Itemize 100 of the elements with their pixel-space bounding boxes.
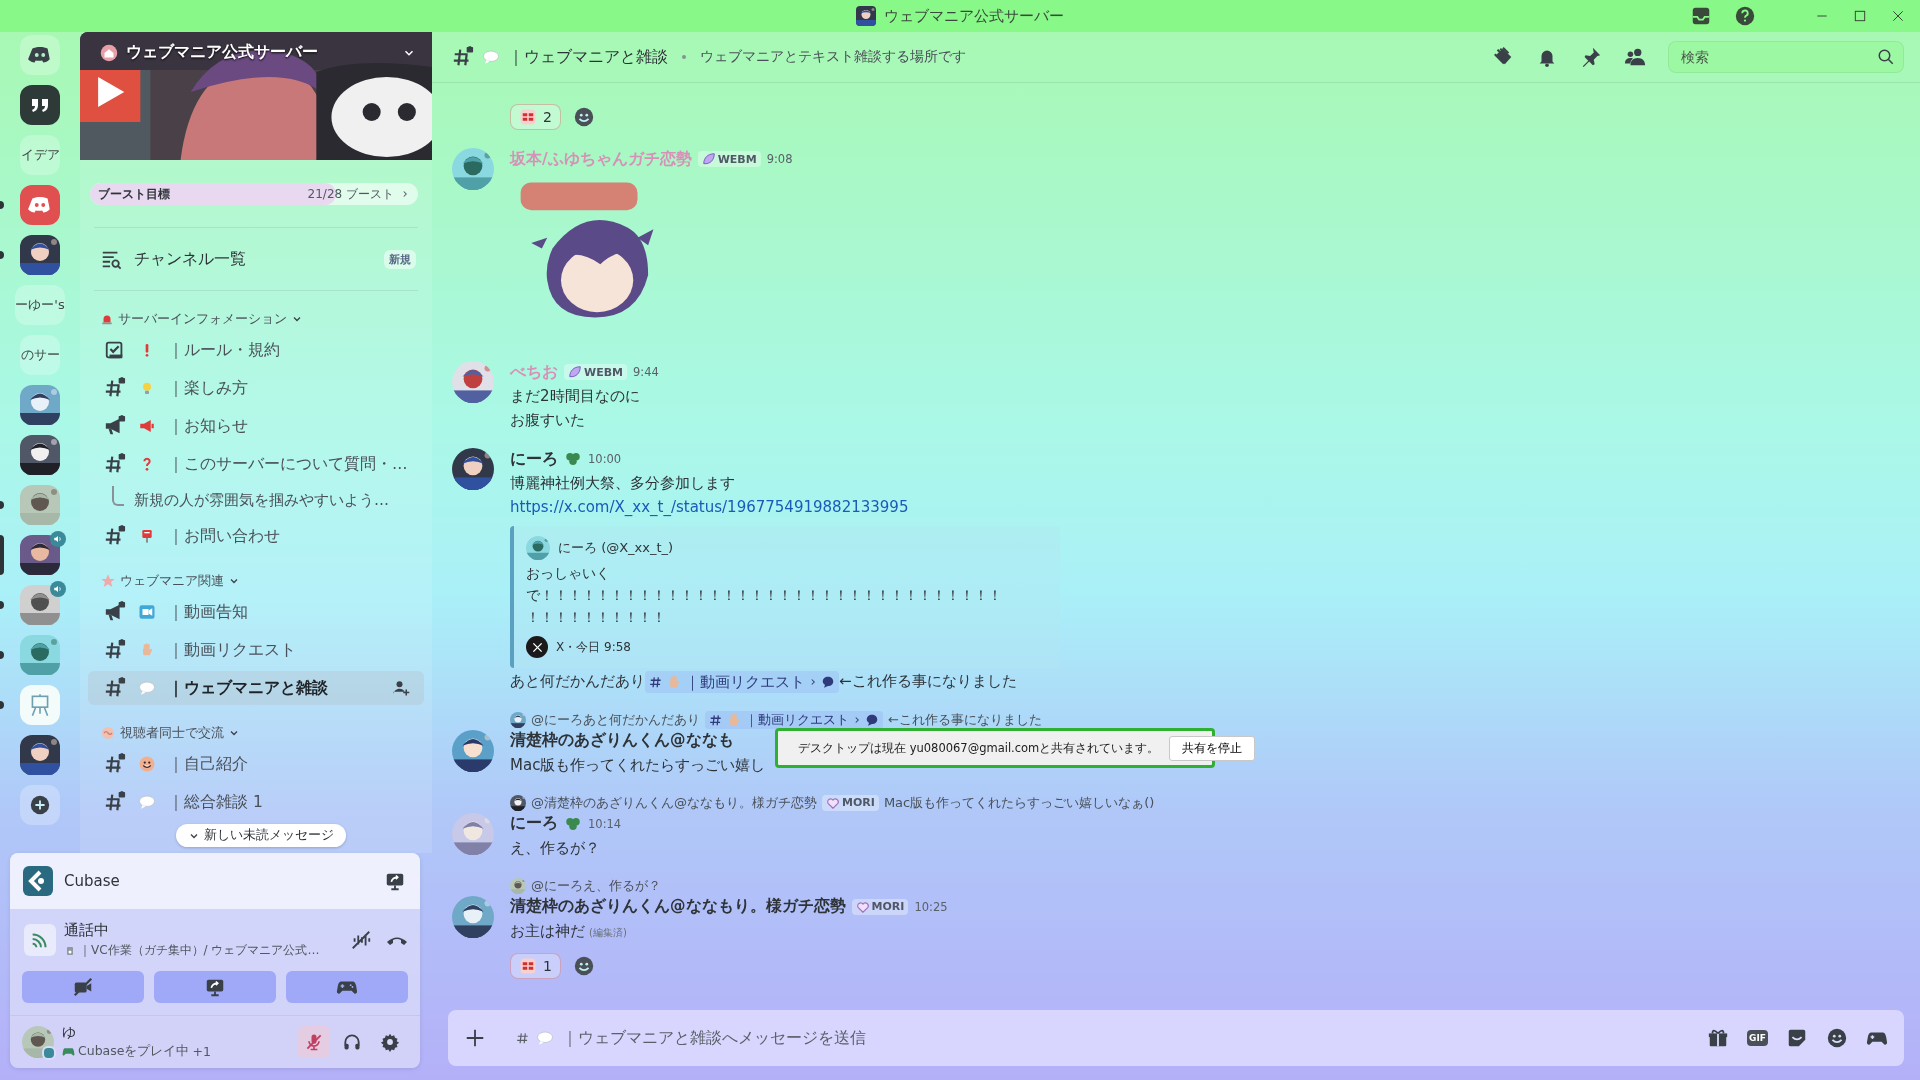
timestamp: 9:44 xyxy=(633,365,659,379)
timestamp: 10:14 xyxy=(588,816,622,831)
smiley-icon xyxy=(138,755,156,773)
server-icon[interactable] xyxy=(20,235,60,275)
message-text: お腹すいた xyxy=(510,410,586,431)
timestamp: 10:00 xyxy=(588,452,622,466)
chat-bubble-icon xyxy=(821,674,835,689)
speech-bubble-icon xyxy=(138,679,156,697)
server-icon[interactable] xyxy=(20,35,60,75)
thread-branch-line xyxy=(112,486,124,506)
reaction-button[interactable]: 2 xyxy=(510,104,561,130)
new-unread-pill[interactable]: 新しい未読メッセージ xyxy=(176,824,346,847)
chat-bubble-icon xyxy=(865,712,879,727)
server-icon[interactable] xyxy=(20,85,60,125)
add-member-icon[interactable] xyxy=(392,679,410,697)
channel-item[interactable]: ｜お知らせ xyxy=(88,409,424,443)
thread-item[interactable]: 新規の人が雰囲気を掴みやすいよう… xyxy=(134,490,389,510)
channel-mention[interactable]: ｜動画リクエスト xyxy=(705,710,883,729)
embed-footer: X・今日 9:58 xyxy=(556,638,631,656)
category-header[interactable]: ウェブマニア関連 xyxy=(100,569,240,593)
gift-icon[interactable] xyxy=(1707,1027,1730,1049)
camera-off-icon xyxy=(72,976,94,998)
channel-item[interactable]: ｜お問い合わせ xyxy=(88,519,424,553)
screen-share-button[interactable] xyxy=(154,971,276,1003)
server-icon[interactable]: イデア xyxy=(20,135,60,175)
close-icon[interactable] xyxy=(1890,8,1906,24)
gif-button[interactable]: GIF xyxy=(1747,1030,1768,1046)
search-input[interactable]: 検索 xyxy=(1679,48,1877,66)
channel-item[interactable]: ｜動画告知 xyxy=(88,595,424,629)
server-icon[interactable] xyxy=(20,535,60,575)
channel-item[interactable]: ｜このサーバーについて質問・… xyxy=(88,447,424,481)
reaction-button[interactable]: 1 xyxy=(510,952,561,979)
category-header[interactable]: サーバーインフォメーション xyxy=(100,307,303,331)
activity-button[interactable] xyxy=(286,971,408,1003)
heart-icon xyxy=(826,795,840,810)
reply-preview[interactable]: @にーろあと何だかんだあり ｜動画リクエスト ←これ作る事になりました xyxy=(531,710,1042,729)
channel-item[interactable]: ｜楽しみ方 xyxy=(88,371,424,405)
smiley-icon xyxy=(572,954,595,977)
search-field[interactable]: 検索 xyxy=(1668,41,1904,73)
message-text: Mac版も作ってくれたらすっごい嬉し xyxy=(510,754,766,776)
guild-tag: WEBM xyxy=(697,151,761,167)
boost-count: 21/28 ブースト xyxy=(307,185,394,203)
channel-item[interactable]: ｜ルール・規約 xyxy=(88,333,424,367)
signal-icon[interactable] xyxy=(24,924,56,956)
help-icon[interactable] xyxy=(1734,5,1756,27)
inbox-icon[interactable] xyxy=(1690,5,1712,27)
username[interactable]: にーろ xyxy=(510,448,558,470)
app-logo-icon xyxy=(22,865,54,897)
add-server-button[interactable] xyxy=(20,785,60,825)
embed-text: おっしゃいく xyxy=(526,564,611,582)
username[interactable]: 清楚枠のあざりんくん@ななもり。様ガチ恋勢 xyxy=(510,896,846,917)
message-text: まだ2時間目なのに xyxy=(510,386,641,407)
attach-button[interactable] xyxy=(464,1027,486,1049)
headphones-icon xyxy=(342,1031,362,1053)
speaker-icon xyxy=(64,944,76,957)
server-icon[interactable] xyxy=(20,435,60,475)
heart-icon xyxy=(855,899,870,914)
hang-up-icon xyxy=(386,935,408,945)
message-link[interactable]: https://x.com/X_xx_t_/status/1967754919882133995 xyxy=(510,496,1060,518)
controller-icon xyxy=(62,1045,75,1058)
video-icon xyxy=(138,603,156,621)
reply-preview[interactable]: @にーろ え、作るが？ xyxy=(531,876,661,895)
reply-preview[interactable]: @清楚枠のあざりんくん@ななもり。様ガチ恋勢 MORI Mac版も作ってくれたらすっごい嬉しいなぁ() xyxy=(531,793,1155,812)
camera-off-button[interactable] xyxy=(22,971,144,1003)
channel-item[interactable]: ｜ウェブマニアと雑談 xyxy=(88,671,424,705)
stop-sharing-button[interactable]: 共有を停止 xyxy=(1169,735,1256,761)
activity-name: Cubase xyxy=(64,872,120,890)
channel-item[interactable]: ｜総合雑談 1 xyxy=(88,785,424,819)
smiley-icon xyxy=(572,106,595,128)
voice-channel-link[interactable]: ｜VC作業（ガチ集中）/ ウェブマニア公式… xyxy=(79,942,320,959)
server-icon[interactable] xyxy=(20,385,60,425)
username[interactable]: にーろ xyxy=(510,813,558,834)
server-icon[interactable]: ーゆー's xyxy=(15,285,65,325)
maximize-icon[interactable] xyxy=(1852,8,1868,24)
search-icon xyxy=(1877,48,1895,66)
boost-progress-bar[interactable]: ブースト目標 21/28 ブースト xyxy=(90,183,418,205)
muted-mic-button[interactable] xyxy=(298,1026,330,1058)
message-input[interactable]: ｜ウェブマニアと雑談へメッセージを送信 xyxy=(560,1028,1702,1048)
channel-item[interactable]: ｜動画リクエスト xyxy=(88,633,424,667)
server-icon[interactable] xyxy=(20,735,60,775)
message-field[interactable]: ｜ウェブマニアと雑談へメッセージを送信 GIF xyxy=(448,1010,1904,1066)
category-header[interactable]: 視聴者同士で交流 xyxy=(100,721,240,745)
window-title: ウェブマニア公式サーバー xyxy=(884,6,1064,26)
emoji-icon[interactable] xyxy=(1826,1027,1848,1049)
speech-bubble-icon xyxy=(138,793,156,811)
server-icon[interactable] xyxy=(20,585,60,625)
server-icon[interactable]: のサー xyxy=(20,335,60,375)
username[interactable]: 清楚枠のあざりんくん@ななも xyxy=(510,730,734,751)
sticker-icon[interactable] xyxy=(1786,1027,1808,1049)
channel-item[interactable]: ｜自己紹介 xyxy=(88,747,424,781)
browse-channels-link[interactable]: チャンネル一覧 xyxy=(134,248,246,270)
channel-mention[interactable]: ｜動画リクエスト xyxy=(645,670,839,693)
loudspeaker-icon xyxy=(138,417,156,435)
noise-suppression-button[interactable] xyxy=(350,929,372,951)
members-icon[interactable] xyxy=(1624,46,1646,68)
pin-icon[interactable] xyxy=(1580,46,1602,68)
timestamp: 9:08 xyxy=(766,152,793,166)
noise-off-icon xyxy=(350,929,372,951)
message-text: あと何だかんだあり ｜動画リクエスト ←これ作る事になりました xyxy=(510,670,1018,693)
guild-tag: MORI xyxy=(851,898,909,915)
